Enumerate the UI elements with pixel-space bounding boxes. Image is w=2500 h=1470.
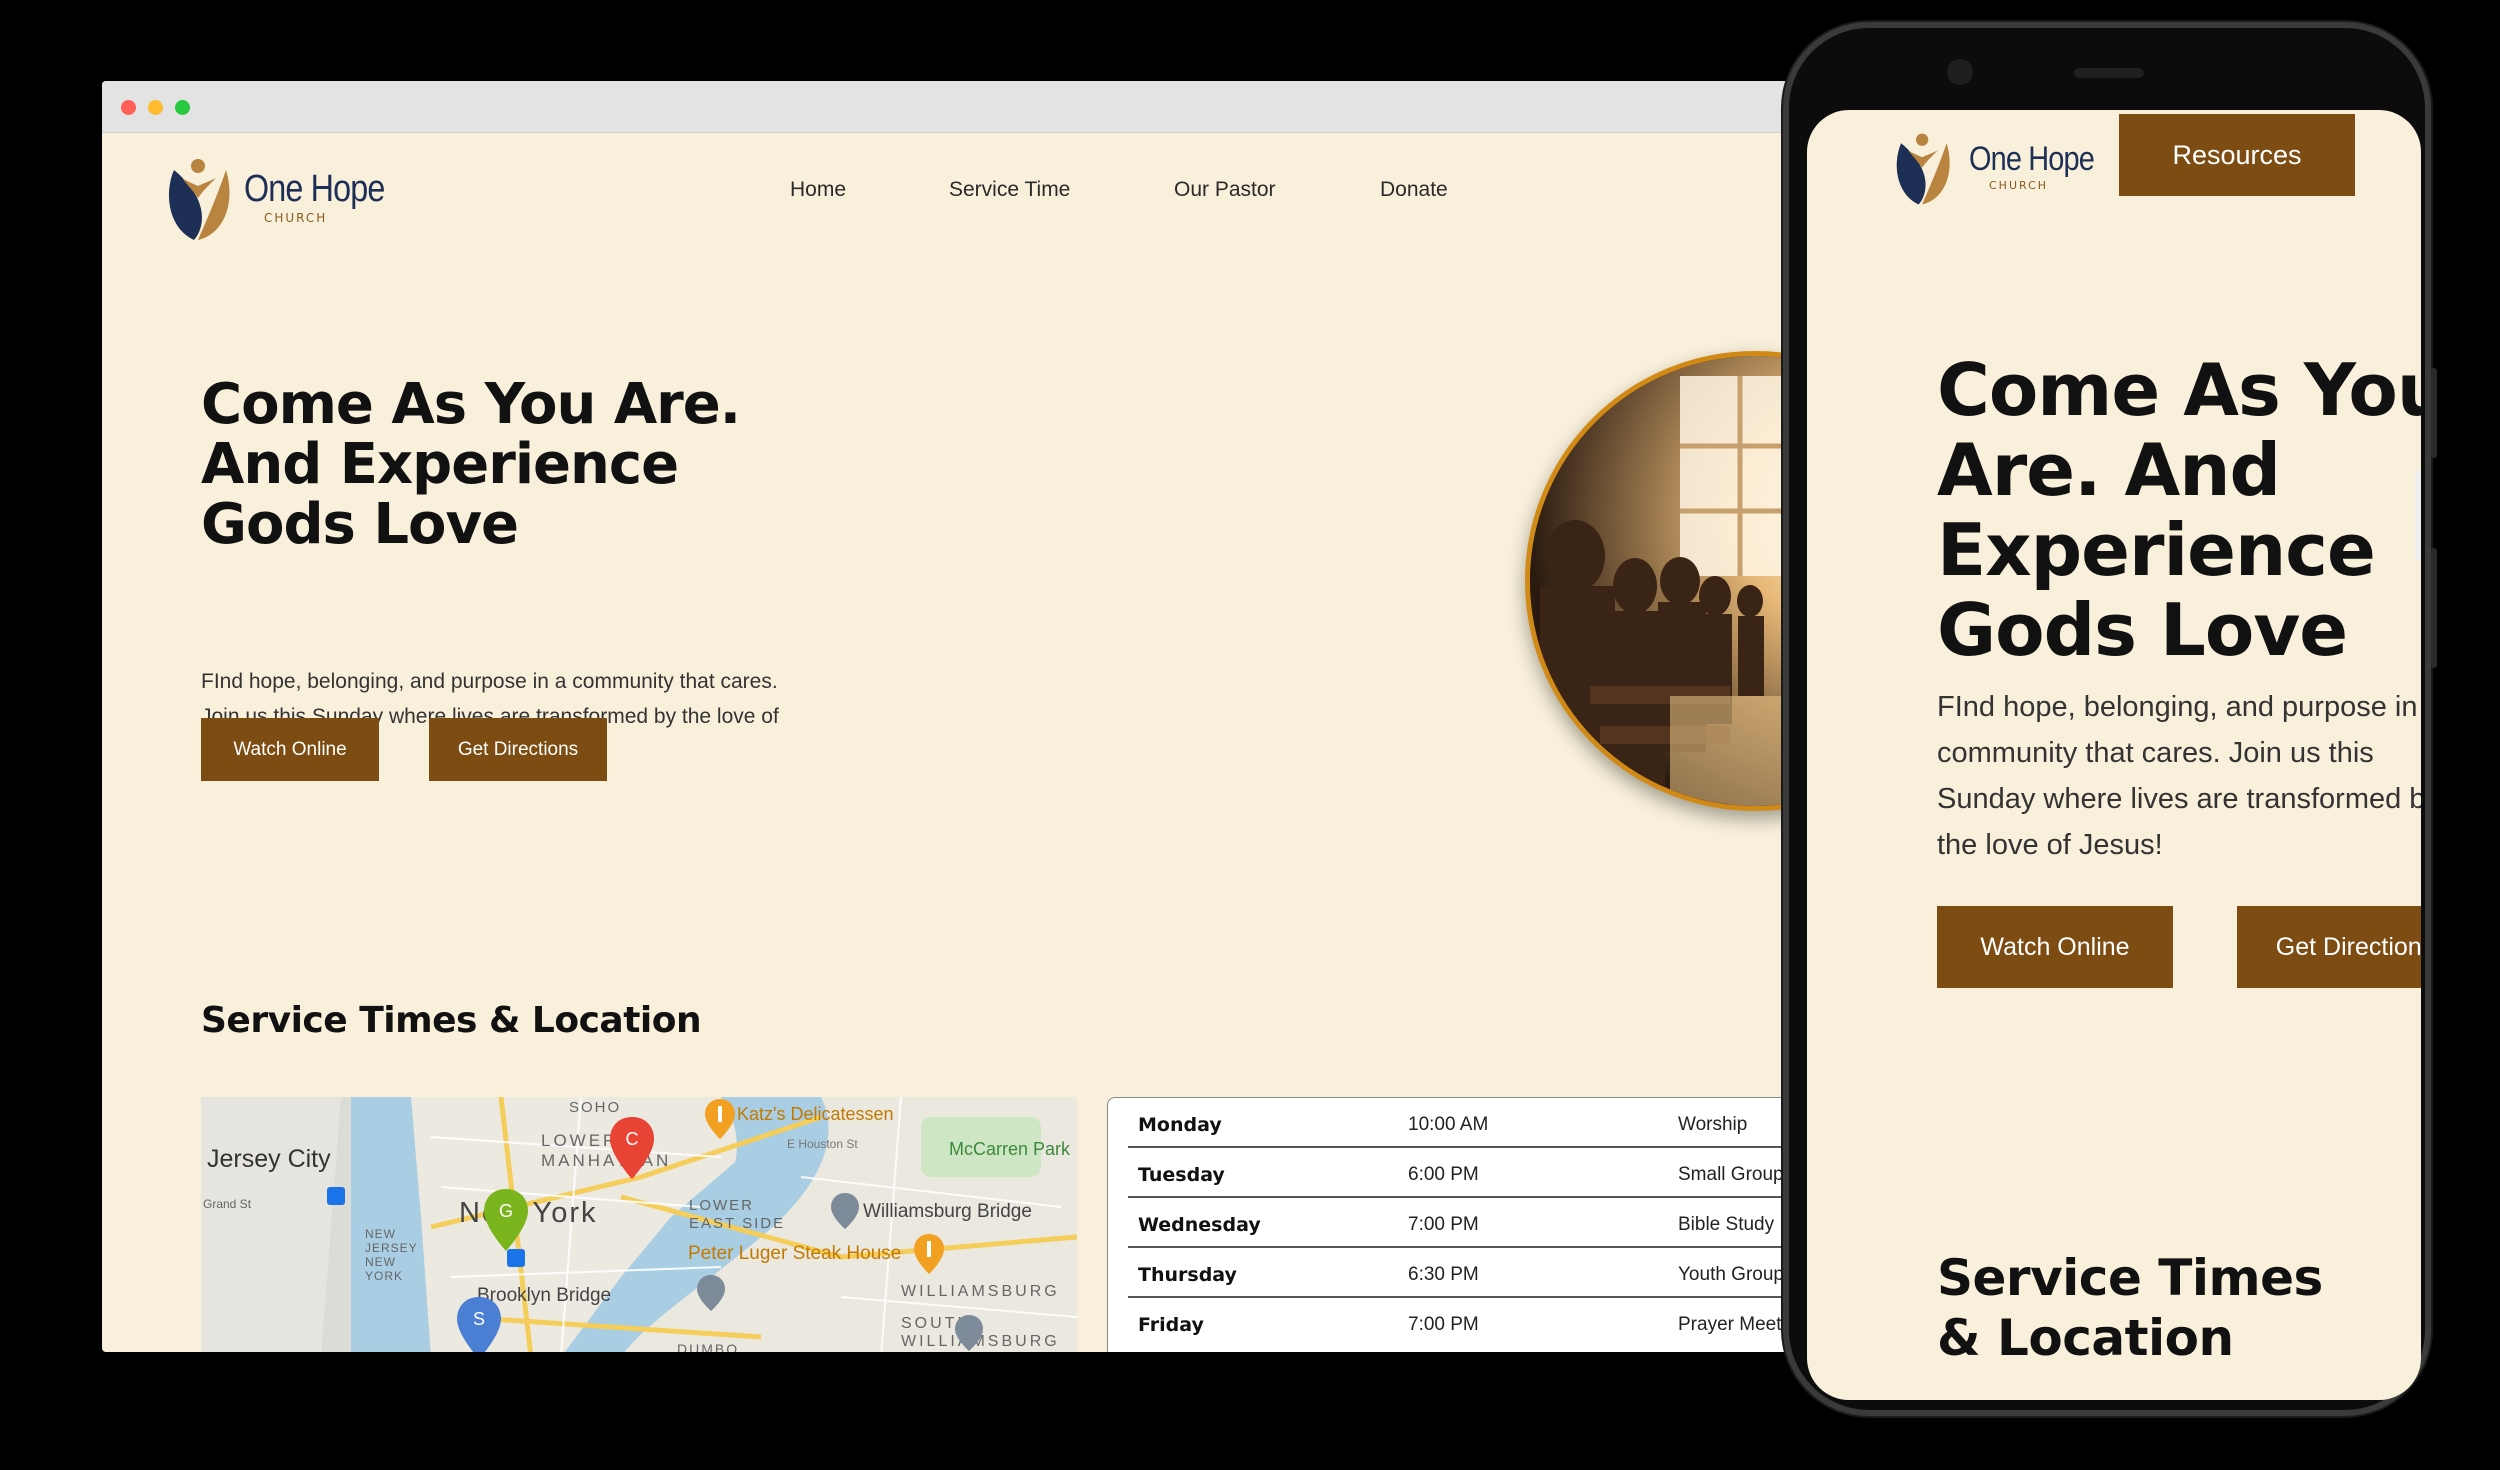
section-title-line: Service Times xyxy=(1937,1249,2323,1307)
browser-titlebar xyxy=(102,81,1800,133)
schedule-event: Worship xyxy=(1678,1114,1748,1135)
map-label-e-houston: E Houston St xyxy=(787,1137,858,1151)
desktop-browser-window: One Hope CHURCH Home Service Time Our Pa… xyxy=(102,81,1800,1352)
map-label-lower-east-side: LOWER EAST SIDE xyxy=(689,1197,786,1232)
map-label-grand-st: Grand St xyxy=(203,1197,252,1211)
transit-icon[interactable] xyxy=(507,1249,525,1267)
phone-power-button xyxy=(2431,548,2437,668)
table-row: Tuesday 6:00 PM Small Group xyxy=(1128,1148,1800,1198)
hero-title-line: Come As You xyxy=(1937,348,2421,432)
phone-screen: One Hope CHURCH Resources Come As You Ar… xyxy=(1807,110,2421,1400)
map-marker-g-icon[interactable]: G xyxy=(484,1189,528,1251)
hero-title-line: And Experience xyxy=(201,432,679,497)
map-label-peter-luger: Peter Luger Steak House xyxy=(688,1243,902,1264)
restaurant-pin-icon[interactable] xyxy=(705,1099,735,1139)
schedule-day: Friday xyxy=(1138,1314,1204,1336)
map-label-katz: Katz's Delicatessen xyxy=(737,1104,894,1124)
scrollbar[interactable] xyxy=(2415,470,2421,560)
hero-title: Come As You Are. And Experience Gods Lov… xyxy=(1937,350,2421,670)
logo-subtitle: CHURCH xyxy=(264,210,328,225)
logo-text: One Hope CHURCH xyxy=(244,168,409,225)
schedule-day: Monday xyxy=(1138,1114,1222,1136)
maximize-window-button[interactable] xyxy=(175,100,190,115)
close-window-button[interactable] xyxy=(121,100,136,115)
map-label-soho: SOHO xyxy=(569,1099,622,1116)
schedule-time: 6:30 PM xyxy=(1408,1264,1479,1285)
get-directions-button[interactable]: Get Directions xyxy=(429,718,607,781)
schedule-day: Thursday xyxy=(1138,1264,1237,1286)
hero-title-line: Gods Love xyxy=(1937,588,2348,672)
logo-text: One Hope CHURCH xyxy=(1969,140,2116,192)
schedule-time: 7:00 PM xyxy=(1408,1214,1479,1235)
transit-icon[interactable] xyxy=(327,1187,345,1205)
phone-speaker xyxy=(2074,68,2144,78)
map-label-new-york: New York xyxy=(459,1197,598,1229)
map-label-dumbo: DUMBO xyxy=(677,1341,740,1352)
front-camera-icon xyxy=(1947,59,1973,85)
schedule-event: Prayer Meeting xyxy=(1678,1314,1800,1335)
watch-online-button[interactable]: Watch Online xyxy=(1937,906,2173,988)
map-label-mccarren-park: McCarren Park xyxy=(949,1139,1071,1159)
get-directions-button[interactable]: Get Directions xyxy=(2237,906,2421,988)
schedule-day: Wednesday xyxy=(1138,1214,1261,1236)
hero-description: FInd hope, belonging, and purpose in a c… xyxy=(1937,691,2421,861)
service-schedule-table: Monday 10:00 AM Worship Tuesday 6:00 PM … xyxy=(1107,1097,1800,1352)
hero-title: Come As You Are. And Experience Gods Lov… xyxy=(201,375,901,555)
hero-title-line: Are. And xyxy=(1937,428,2281,512)
schedule-time: 7:00 PM xyxy=(1408,1314,1479,1335)
logo-name: One Hope xyxy=(244,167,385,210)
schedule-time: 6:00 PM xyxy=(1408,1164,1479,1185)
section-title-line: & Location xyxy=(1937,1309,2234,1367)
nav-home[interactable]: Home xyxy=(790,178,846,202)
site-logo[interactable]: One Hope CHURCH xyxy=(1885,124,2116,208)
nav-our-pastor[interactable]: Our Pastor xyxy=(1174,178,1276,202)
table-row: Monday 10:00 AM Worship xyxy=(1128,1098,1800,1148)
hero-title-line: Experience xyxy=(1937,508,2376,592)
map-marker-g-label: G xyxy=(499,1201,513,1221)
logo-name: One Hope xyxy=(1969,140,2095,178)
map-label-williamsburg-bridge: Williamsburg Bridge xyxy=(863,1201,1032,1222)
table-row: Friday 7:00 PM Prayer Meeting xyxy=(1128,1298,1800,1348)
schedule-event: Youth Group xyxy=(1678,1264,1784,1285)
map-marker-c-icon[interactable]: C xyxy=(610,1117,654,1179)
section-title: Service Times & Location xyxy=(201,1000,702,1041)
map-label-jersey-city: Jersey City xyxy=(207,1145,331,1173)
church-logo-icon xyxy=(1896,133,1950,205)
logo-subtitle: CHURCH xyxy=(1989,179,2049,192)
schedule-event: Small Group xyxy=(1678,1164,1784,1185)
location-pin-icon[interactable] xyxy=(955,1315,983,1351)
hero-title-line: Come As You Are. xyxy=(201,372,741,437)
minimize-window-button[interactable] xyxy=(148,100,163,115)
hero-title-line: Gods Love xyxy=(201,492,519,557)
map-label-south-williamsburg: SOUTH WILLIAMSBURG xyxy=(901,1315,1060,1350)
map-marker-c-label: C xyxy=(626,1129,639,1149)
congregation-photo xyxy=(1525,351,1800,811)
phone-device: One Hope CHURCH Resources Come As You Ar… xyxy=(1783,22,2437,1416)
nav-service-time[interactable]: Service Time xyxy=(949,178,1070,202)
watch-online-button[interactable]: Watch Online xyxy=(201,718,379,781)
schedule-event: Bible Study xyxy=(1678,1214,1775,1235)
landmark-pin-icon[interactable] xyxy=(831,1193,859,1229)
table-row: Thursday 6:30 PM Youth Group xyxy=(1128,1248,1800,1298)
nav-donate[interactable]: Donate xyxy=(1380,178,1448,202)
map-marker-s-icon[interactable]: S xyxy=(457,1297,501,1352)
schedule-day: Tuesday xyxy=(1138,1164,1225,1186)
landmark-pin-icon[interactable] xyxy=(697,1275,725,1311)
map-label-williamsburg: WILLIAMSBURG xyxy=(901,1283,1060,1300)
church-logo-icon xyxy=(168,159,230,240)
schedule-time: 10:00 AM xyxy=(1408,1114,1489,1135)
section-title: Service Times & Location xyxy=(1937,1248,2323,1368)
resources-button[interactable]: Resources xyxy=(2119,114,2355,196)
restaurant-pin-icon[interactable] xyxy=(914,1234,944,1274)
site-logo[interactable]: One Hope CHURCH xyxy=(162,148,409,244)
location-map[interactable]: Jersey City SOHO LOWER MANHATTAN New Yor… xyxy=(201,1097,1077,1352)
phone-volume-button xyxy=(2431,368,2437,458)
map-label-nj-ny: NEW JERSEY NEW YORK xyxy=(365,1227,418,1283)
map-marker-s-label: S xyxy=(473,1309,485,1329)
table-row: Wednesday 7:00 PM Bible Study xyxy=(1128,1198,1800,1248)
